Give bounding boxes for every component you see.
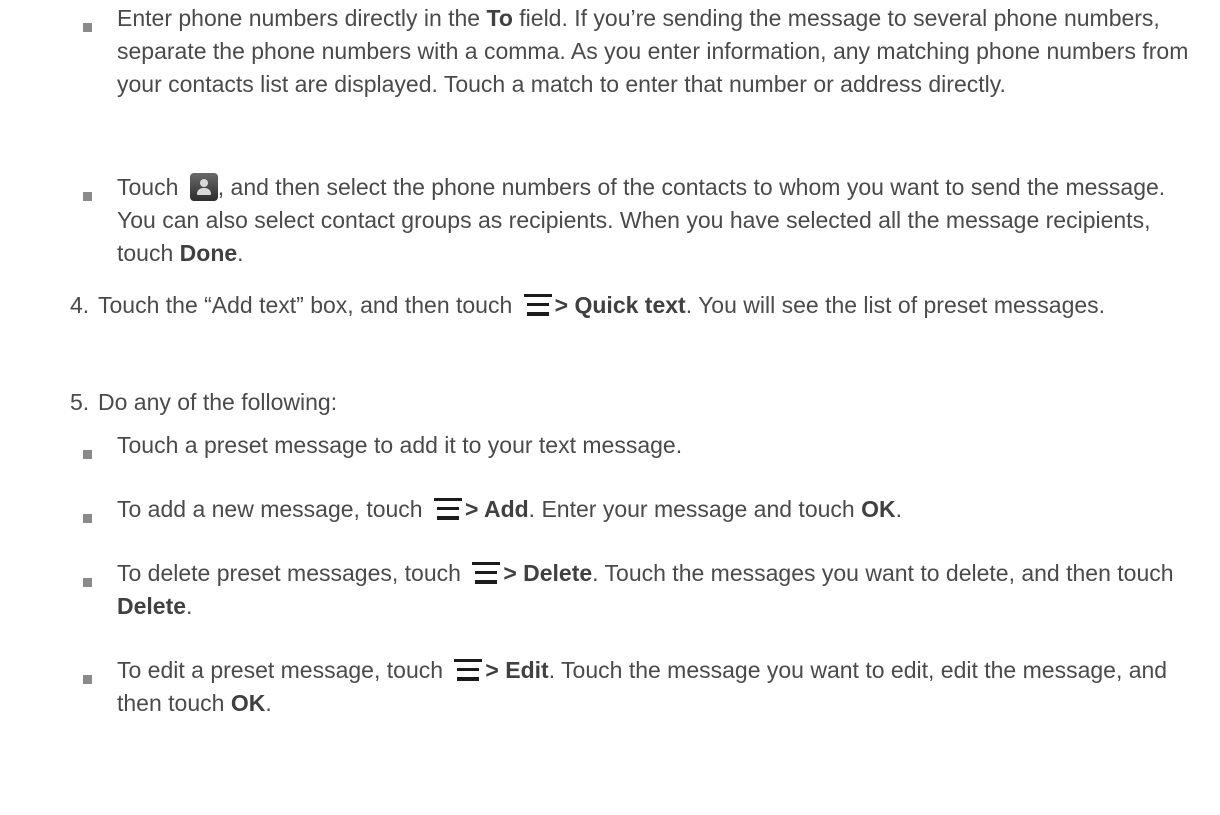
text: . You will see the list of preset messag…	[685, 292, 1106, 318]
option-touch-preset: Touch a preset message to add it to your…	[117, 429, 1207, 462]
text: , and then select the phone numbers of t…	[117, 174, 1166, 266]
bold-quick-text: > Quick text	[554, 292, 686, 318]
bullet-marker	[83, 514, 92, 523]
bold-to: To	[486, 5, 513, 31]
text: To delete preset messages, touch	[117, 560, 468, 586]
text: Enter phone numbers directly in the	[117, 5, 487, 31]
text: Touch a preset message to add it to your…	[117, 432, 683, 458]
text: Touch the “Add text” box, and then touch	[98, 292, 519, 318]
text: To edit a preset message, touch	[117, 657, 450, 683]
bullet-to-field: Enter phone numbers directly in the To f…	[117, 2, 1207, 101]
bold-edit: > Edit	[485, 657, 549, 683]
text: .	[895, 496, 902, 522]
bullet-contacts: Touch , and then select the phone number…	[117, 171, 1207, 270]
bold-add: > Add	[464, 496, 529, 522]
bold-ok: OK	[861, 496, 896, 522]
step-5: Do any of the following:	[98, 386, 1208, 419]
step-4: Touch the “Add text” box, and then touch…	[98, 289, 1208, 322]
contact-icon	[189, 173, 218, 201]
bold-delete: > Delete	[503, 560, 593, 586]
text: To add a new message, touch	[117, 496, 429, 522]
bold-ok: OK	[230, 690, 266, 716]
menu-icon	[454, 659, 483, 681]
bullet-marker	[83, 578, 92, 587]
text: .	[237, 240, 244, 266]
menu-icon	[433, 498, 462, 520]
menu-icon	[472, 562, 501, 584]
bullet-marker	[83, 192, 92, 201]
option-delete: To delete preset messages, touch > Delet…	[117, 557, 1207, 623]
option-edit: To edit a preset message, touch > Edit. …	[117, 654, 1207, 720]
text: .	[265, 690, 272, 716]
text: Do any of the following:	[98, 389, 338, 415]
text: . Touch the messages you want to delete,…	[592, 560, 1174, 586]
bullet-marker	[83, 450, 92, 459]
text: Touch	[117, 174, 185, 200]
bullet-marker	[83, 675, 92, 684]
text: . Enter your message and touch	[528, 496, 862, 522]
bold-delete-confirm: Delete	[117, 593, 187, 619]
bold-done: Done	[179, 240, 238, 266]
text: .	[186, 593, 193, 619]
bullet-marker	[83, 23, 92, 32]
option-add: To add a new message, touch > Add. Enter…	[117, 493, 1207, 526]
menu-icon	[523, 294, 552, 316]
